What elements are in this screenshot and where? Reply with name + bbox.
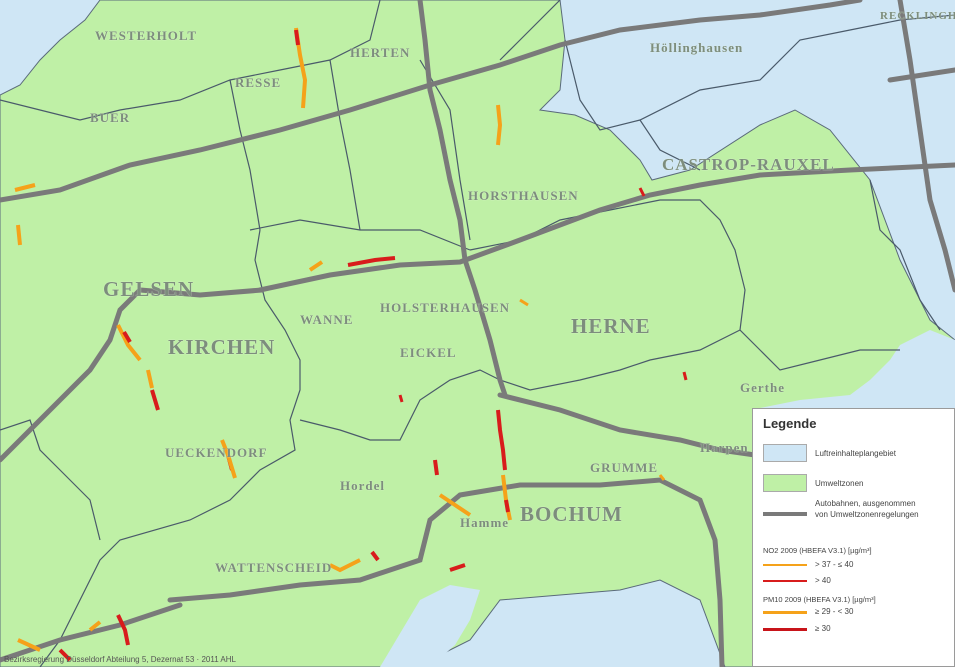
- legend-swatch-lrp: [763, 444, 807, 462]
- legend-label-lrp: Luftreinhalteplangebiet: [815, 449, 896, 458]
- place-label-kirchen: KIRCHEN: [168, 335, 276, 359]
- legend-pm10-header: PM10 2009 (HBEFA V3.1) [µg/m³]: [763, 595, 876, 604]
- legend-line-no2-high: [763, 580, 807, 582]
- legend-no2-header: NO2 2009 (HBEFA V3.1) [µg/m³]: [763, 546, 872, 555]
- place-label-westerholt: WESTERHOLT: [95, 28, 198, 43]
- place-label-holsterhausen: HOLSTERHAUSEN: [380, 300, 511, 315]
- place-label-buer: BUER: [90, 110, 131, 125]
- place-label-wattenscheid: WATTENSCHEID: [215, 560, 333, 575]
- place-label-hamme: Hamme: [460, 515, 510, 530]
- legend-label-uz: Umweltzonen: [815, 479, 864, 488]
- map-canvas[interactable]: WESTERHOLT HERTEN BUER RESSE GELSEN KIRC…: [0, 0, 955, 667]
- map-legend: Legende Luftreinhalteplangebiet Umweltzo…: [752, 408, 955, 667]
- place-label-ueckendorf: UECKENDORF: [165, 445, 268, 460]
- legend-label-ab1: Autobahnen, ausgenommen: [815, 499, 916, 508]
- place-label-grumme: GRUMME: [590, 460, 659, 475]
- place-label-harpen: Harpen: [700, 440, 749, 455]
- place-label-herne: HERNE: [571, 314, 651, 338]
- place-label-recklinghausen: RECKLINGHAUSEN: [880, 10, 955, 22]
- legend-line-pm10-high: [763, 628, 807, 631]
- place-label-horsthausen: HORSTHAUSEN: [468, 188, 579, 203]
- legend-label-ab2: von Umweltzonenregelungen: [815, 510, 919, 519]
- map-credit: Bezirksregierung Düsseldorf Abteilung 5,…: [4, 655, 236, 664]
- legend-line-pm10-low: [763, 611, 807, 614]
- legend-label-pm10-high: ≥ 30: [815, 624, 831, 633]
- legend-label-pm10-low: ≥ 29 - < 30: [815, 607, 854, 616]
- place-label-gerthe: Gerthe: [740, 380, 785, 395]
- hotspot-bochum-c-red: [504, 499, 510, 513]
- place-label-resse: RESSE: [235, 75, 282, 90]
- place-label-hollinghausen: Höllinghausen: [650, 40, 744, 55]
- hotspot-mid: [398, 394, 404, 403]
- hotspot-herten-red: [294, 29, 300, 46]
- place-label-castrop: CASTROP-RAUXEL: [662, 155, 835, 174]
- place-label-wanne: WANNE: [300, 312, 354, 327]
- hotspot-hordel: [433, 459, 439, 476]
- legend-label-no2-high: > 40: [815, 576, 831, 585]
- hotspot-east: [682, 371, 688, 381]
- legend-line-no2-low: [763, 564, 807, 566]
- hotspot-recklinghausen: [496, 104, 503, 146]
- legend-title: Legende: [763, 416, 817, 431]
- place-label-herten: HERTEN: [350, 45, 411, 60]
- hotspot-gelsen-west: [16, 224, 22, 246]
- legend-label-no2-low: > 37 - ≤ 40: [815, 560, 854, 569]
- place-label-bochum: BOCHUM: [520, 502, 623, 526]
- place-label-eickel: EICKEL: [400, 345, 457, 360]
- place-label-gelsen: GELSEN: [103, 277, 195, 301]
- legend-swatch-uz: [763, 474, 807, 492]
- place-label-hordel: Hordel: [340, 478, 385, 493]
- legend-line-autobahn: [763, 512, 807, 516]
